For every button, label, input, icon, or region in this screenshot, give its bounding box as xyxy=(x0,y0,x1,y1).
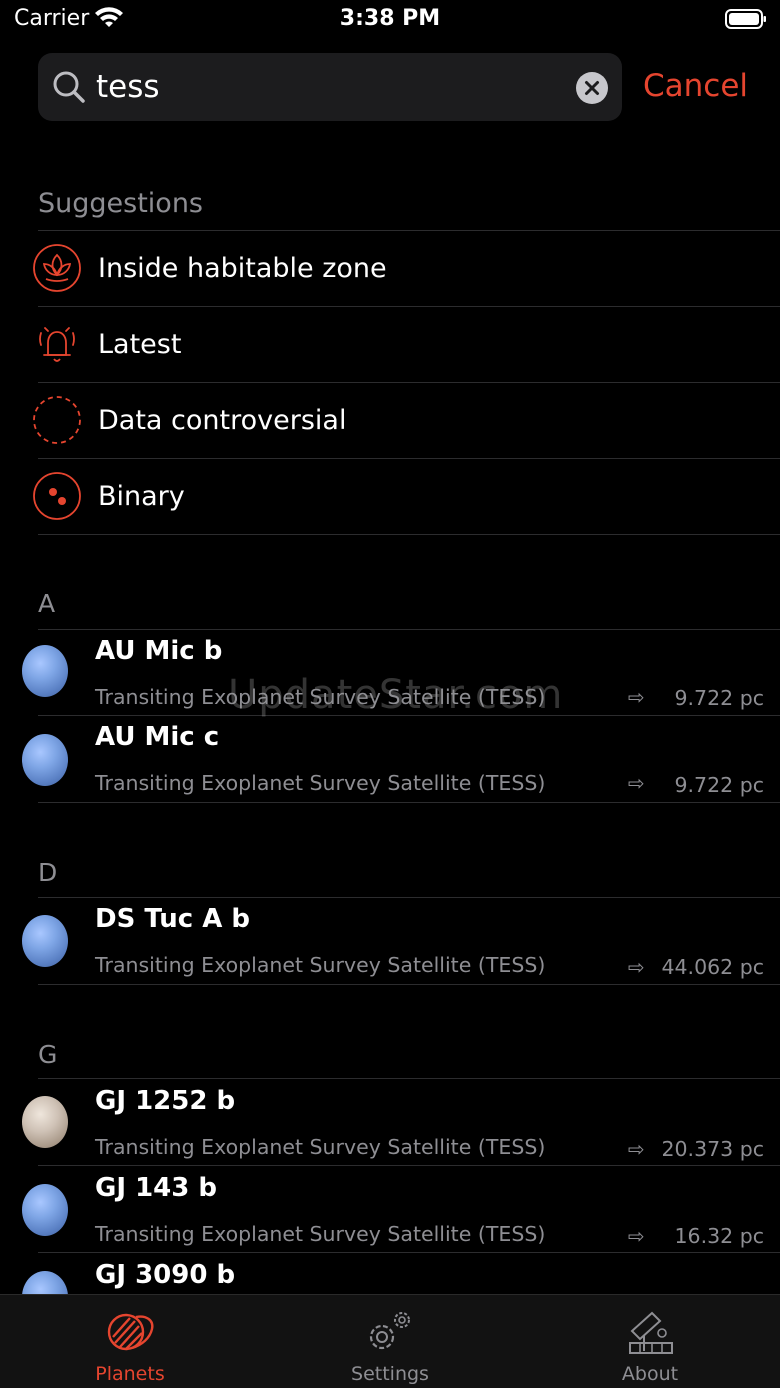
tab-about[interactable]: About xyxy=(520,1295,780,1388)
suggestion-data-controversial[interactable]: Data controversial xyxy=(0,383,780,459)
planet-distance: 9.722 pc xyxy=(674,773,765,797)
search-bar xyxy=(38,53,622,121)
suggestion-label: Inside habitable zone xyxy=(98,253,387,284)
planet-distance: 16.32 pc xyxy=(674,1224,765,1248)
planet-name: GJ 143 b xyxy=(95,1173,218,1203)
planet-image xyxy=(22,645,68,697)
planet-image xyxy=(22,1096,68,1148)
planet-row-gj-143-b[interactable]: GJ 143 b Transiting Exoplanet Survey Sat… xyxy=(0,1166,780,1252)
planet-row-ds-tuc-a-b[interactable]: DS Tuc A b Transiting Exoplanet Survey S… xyxy=(0,898,780,984)
section-letter-d: D xyxy=(38,858,58,887)
planet-mission: Transiting Exoplanet Survey Satellite (T… xyxy=(95,1135,546,1159)
planet-distance: 9.722 pc xyxy=(674,686,765,710)
lotus-icon xyxy=(33,244,81,292)
suggestion-label: Binary xyxy=(98,481,185,512)
suggestions-title: Suggestions xyxy=(38,188,203,219)
tab-settings[interactable]: Settings xyxy=(260,1295,520,1388)
clock: 3:38 PM xyxy=(339,6,441,31)
planet-name: DS Tuc A b xyxy=(95,904,250,934)
arrow-right-icon: ⇨ xyxy=(628,955,645,979)
binary-dots-icon xyxy=(33,472,81,520)
planet-row-au-mic-c[interactable]: AU Mic c Transiting Exoplanet Survey Sat… xyxy=(0,716,780,802)
planet-name: GJ 3090 b xyxy=(95,1260,236,1290)
planet-mission: Transiting Exoplanet Survey Satellite (T… xyxy=(95,771,546,795)
tab-planets[interactable]: Planets xyxy=(0,1295,260,1388)
planet-mission: Transiting Exoplanet Survey Satellite (T… xyxy=(95,1222,546,1246)
observatory-icon xyxy=(629,1311,673,1354)
planet-icon xyxy=(107,1313,154,1351)
planet-image xyxy=(22,1184,68,1236)
suggestion-inside-habitable-zone[interactable]: Inside habitable zone xyxy=(0,231,780,307)
cancel-button[interactable]: Cancel xyxy=(643,68,748,104)
divider xyxy=(38,802,780,803)
tab-label: About xyxy=(621,1363,679,1385)
tab-label: Settings xyxy=(351,1363,429,1385)
tab-bar: Planets Settings About xyxy=(0,1294,780,1388)
section-letter-a: A xyxy=(38,589,56,618)
planet-row-gj-1252-b[interactable]: GJ 1252 b Transiting Exoplanet Survey Sa… xyxy=(0,1079,780,1165)
planet-image xyxy=(22,734,68,786)
dashed-circle-icon xyxy=(33,396,81,444)
search-icon xyxy=(53,71,85,103)
arrow-right-icon: ⇨ xyxy=(628,1224,645,1248)
suggestion-binary[interactable]: Binary xyxy=(0,459,780,535)
suggestion-label: Latest xyxy=(98,329,182,360)
planet-name: AU Mic b xyxy=(95,636,223,666)
tab-label: Planets xyxy=(95,1363,165,1385)
arrow-right-icon: ⇨ xyxy=(628,1137,645,1161)
search-input[interactable] xyxy=(96,53,566,121)
divider xyxy=(38,984,780,985)
planet-mission: Transiting Exoplanet Survey Satellite (T… xyxy=(95,953,546,977)
gear-icon xyxy=(369,1312,410,1350)
battery-icon xyxy=(725,9,766,29)
watermark: UpdateStar.com xyxy=(228,672,564,718)
planet-name: GJ 1252 b xyxy=(95,1086,236,1116)
suggestion-latest[interactable]: Latest xyxy=(0,307,780,383)
planet-distance: 44.062 pc xyxy=(661,955,764,979)
planet-distance: 20.373 pc xyxy=(661,1137,764,1161)
bell-icon xyxy=(39,327,75,362)
clear-search-icon[interactable] xyxy=(576,72,608,104)
arrow-right-icon: ⇨ xyxy=(628,685,645,709)
planet-image xyxy=(22,915,68,967)
section-letter-g: G xyxy=(38,1040,58,1069)
planet-name: AU Mic c xyxy=(95,722,220,752)
arrow-right-icon: ⇨ xyxy=(628,771,645,795)
divider xyxy=(38,534,780,535)
suggestion-label: Data controversial xyxy=(98,405,347,436)
